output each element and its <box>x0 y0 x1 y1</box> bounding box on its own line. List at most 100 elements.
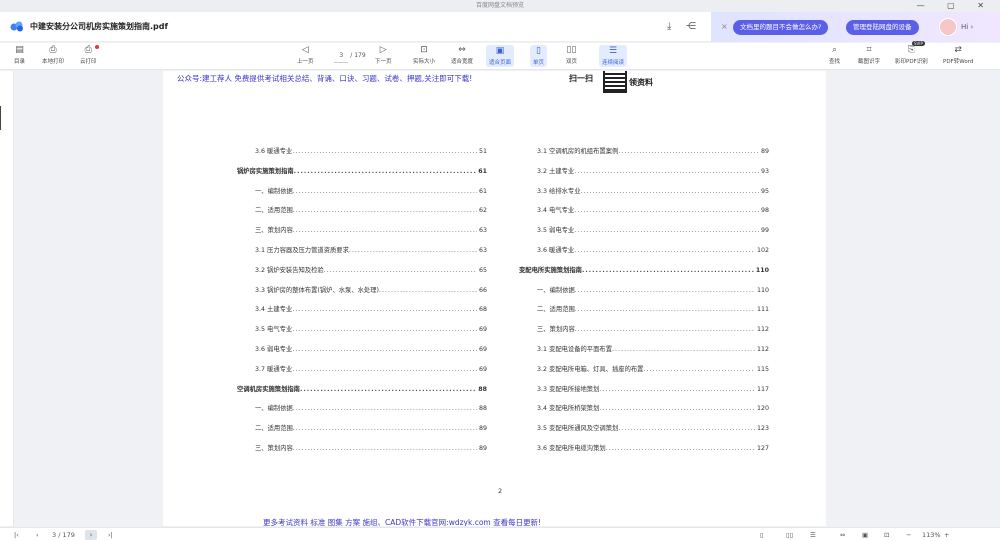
window-title: 百度网盘文档预览 <box>475 2 524 9</box>
toc-entry[interactable]: 3.4 变配电所桥架策划 120 <box>537 404 769 413</box>
toc-leader-dots <box>293 187 477 196</box>
last-page-button[interactable]: ›| <box>108 531 113 539</box>
view-single-icon[interactable]: ▯ <box>760 531 764 539</box>
fit-width-button[interactable]: ⇔ 适合宽度 <box>451 45 473 65</box>
toc-entry-page: 88 <box>478 385 487 393</box>
view-double-icon[interactable]: ▯▯ <box>786 531 793 539</box>
toc-entry[interactable]: 3.7 暖通专业 69 <box>255 365 487 374</box>
toc-entry-page: 68 <box>478 306 487 314</box>
toc-entry[interactable]: 3.6 暖通专业 102 <box>537 246 769 255</box>
page-number-input[interactable]: 3 / 179 <box>330 50 370 63</box>
toc-leader-dots <box>300 385 476 394</box>
toc-entry[interactable]: 一、编制依据 110 <box>537 286 769 295</box>
pdf-print-recognize-button[interactable]: ⎘ 影印PDF识别 <box>895 45 928 65</box>
toc-entry[interactable]: 二、适用范围 89 <box>255 424 487 433</box>
actual-size-small-icon[interactable]: ⊡ <box>884 531 889 539</box>
toc-entry[interactable]: 二、适用范围 111 <box>537 305 769 314</box>
double-page-button[interactable]: ▯▯ 双页 <box>566 45 577 65</box>
toc-entry-page: 110 <box>756 286 769 294</box>
toc-leader-dots <box>575 286 755 295</box>
local-print-button[interactable]: ⎙ 本地打印 <box>42 45 64 65</box>
toc-entry[interactable]: 3.2 土建专业 93 <box>537 167 769 176</box>
next-page-button[interactable]: ▷ 下一页 <box>375 45 392 65</box>
avatar[interactable] <box>939 18 957 36</box>
toc-leader-dots <box>575 325 755 334</box>
toc-entry[interactable]: 三、策划内容 89 <box>255 444 487 453</box>
single-page-button[interactable]: ▯ 单页 <box>530 45 548 67</box>
toc-entry[interactable]: 3.5 变配电所通风及空调策划 123 <box>537 424 769 433</box>
notification-dot <box>95 45 99 49</box>
toc-entry[interactable]: 3.2 锅炉安装告知及检验 65 <box>255 266 487 275</box>
greeting-text[interactable]: Hi › <box>961 23 973 31</box>
toc-leader-dots <box>293 424 477 433</box>
actual-size-button[interactable]: ⊡ 实际大小 <box>413 45 435 65</box>
toc-entry[interactable]: 3.6 弱电专业 69 <box>255 345 487 354</box>
toc-entry[interactable]: 变配电所实施策划指南 110 <box>519 266 769 275</box>
toc-entry[interactable]: 3.6 变配电所电缆沟策划 127 <box>537 444 769 453</box>
toc-entry[interactable]: 3.3 给排水专业 95 <box>537 187 769 196</box>
toc-entry[interactable]: 三、策划内容 63 <box>255 226 487 235</box>
fit-page-button[interactable]: ▣ 适合页面 <box>486 45 515 67</box>
toc-leader-dots <box>292 147 477 156</box>
pdf-to-word-button[interactable]: ⇄ PDF转Word <box>943 45 973 65</box>
brand-left-text: 扫一扫 <box>569 74 593 83</box>
cloud-print-button[interactable]: ⎙ 云打印 <box>80 45 97 65</box>
first-page-button[interactable]: |‹ <box>14 531 19 539</box>
toc-entry[interactable]: 3.1 空调机房的机组布置案例 89 <box>537 147 769 156</box>
prev-page-button[interactable]: ◁ 上一页 <box>297 45 314 65</box>
double-page-icon: ▯▯ <box>566 45 577 55</box>
toc-entry[interactable]: 3.1 变配电设备的平面布置 112 <box>537 345 769 354</box>
window-controls[interactable]: — ▢ ✕ <box>917 0 994 12</box>
zoom-in-button[interactable]: + <box>944 531 949 539</box>
promo-close-icon[interactable]: × <box>721 22 728 31</box>
toc-leader-dots <box>599 385 755 394</box>
toc-leader-dots <box>606 444 755 453</box>
toc-entry-title: 三、策划内容 <box>255 445 293 452</box>
toc-entry-title: 3.5 变配电所通风及空调策划 <box>537 425 619 433</box>
toc-entry[interactable]: 三、策划内容 112 <box>537 325 769 334</box>
toc-entry[interactable]: 3.4 土建专业 68 <box>255 305 487 314</box>
zoom-out-button[interactable]: − <box>906 531 911 539</box>
catalog-button[interactable]: ▤ 目录 <box>14 45 25 65</box>
toc-entry[interactable]: 二、适用范围 62 <box>255 206 487 215</box>
find-button[interactable]: ⌕ 查找 <box>829 45 840 65</box>
toc-entry[interactable]: 3.3 锅炉房的整体布置(锅炉、水泵、水处理) 66 <box>255 286 487 295</box>
share-icon[interactable]: ⋲ <box>686 21 696 32</box>
sidebar-toggle-handle[interactable] <box>0 106 1 130</box>
download-icon[interactable]: ⤓ <box>667 21 671 32</box>
toc-entry[interactable]: 3.5 电气专业 69 <box>255 325 487 334</box>
toc-entry-page: 89 <box>478 445 487 452</box>
toc-entry-title: 3.6 暖通专业 <box>255 148 293 155</box>
toc-leader-dots <box>293 444 477 453</box>
fit-page-small-icon[interactable]: ▣ <box>862 531 868 539</box>
continuous-reading-button[interactable]: ☰ 连续阅读 <box>599 45 628 67</box>
prev-page-small-button[interactable]: ‹ <box>36 531 39 539</box>
manage-devices-button[interactable]: 管理登陆网盘的设备 <box>846 20 919 35</box>
zoom-level[interactable]: 113% <box>922 531 941 539</box>
toc-entry-page: 102 <box>756 247 769 254</box>
next-page-small-button[interactable]: › <box>85 530 97 540</box>
toc-entry-page: 51 <box>478 148 487 155</box>
toc-entry[interactable]: 锅炉房实施策划指南 61 <box>237 167 487 176</box>
toc-entry[interactable]: 3.3 变配电所接地策划 117 <box>537 385 769 394</box>
status-page-indicator[interactable]: 3 / 179 <box>52 531 75 539</box>
fit-page-icon: ▣ <box>495 46 505 56</box>
toc-entry-title: 3.4 土建专业 <box>255 306 293 314</box>
screenshot-ocr-button[interactable]: ⌗ 截图识字 <box>858 45 880 65</box>
toc-entry[interactable]: 空调机房实施策划指南 88 <box>237 385 487 394</box>
convert-icon: ⇄ <box>954 45 962 55</box>
view-scroll-icon[interactable]: ☰ <box>810 531 816 539</box>
fit-width-small-icon[interactable]: ⇔ <box>840 531 845 539</box>
toc-entry[interactable]: 3.6 暖通专业 51 <box>255 147 487 156</box>
toc-entry-page: 93 <box>760 167 769 175</box>
toc-entry[interactable]: 3.1 压力容器及压力管道资质要求 63 <box>255 246 487 255</box>
question-help-button[interactable]: 文档里的题目不会做怎么办? <box>733 20 829 35</box>
toc-entry[interactable]: 3.5 弱电专业 99 <box>537 226 769 235</box>
toc-entry[interactable]: 3.2 变配电所电箱、灯具、插座的布置 115 <box>537 365 769 374</box>
toc-entry-title: 3.3 变配电所接地策划 <box>537 385 600 393</box>
toc-entry[interactable]: 一、编制依据 61 <box>255 187 487 196</box>
toc-entry[interactable]: 3.4 电气专业 98 <box>537 206 769 215</box>
toc-entry[interactable]: 一、编制依据 88 <box>255 404 487 413</box>
toc-leader-dots <box>349 246 477 255</box>
toc-entry-page: 61 <box>478 187 487 195</box>
